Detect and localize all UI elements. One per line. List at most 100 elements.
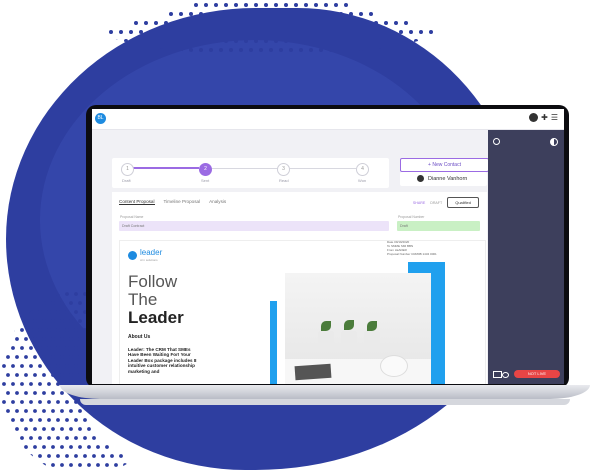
- decor-dot: [60, 391, 64, 395]
- qualified-button[interactable]: Qualified: [447, 197, 479, 208]
- step-line-1: [132, 167, 199, 169]
- decor-dot: [24, 409, 28, 413]
- decor-dot: [47, 364, 51, 368]
- decor-dot: [83, 454, 87, 458]
- decor-dot: [60, 301, 64, 305]
- decor-dot: [134, 21, 138, 25]
- decor-dot: [224, 39, 228, 43]
- coffee-cup: [380, 355, 408, 377]
- decor-dot: [199, 30, 203, 34]
- decor-dot: [279, 48, 283, 52]
- app-screen: BL ✚ ☰ 1 2 3 4 Draft Sent Read Won + New…: [92, 109, 564, 384]
- decor-dot: [2, 382, 6, 386]
- decor-dot: [309, 12, 313, 16]
- step-4[interactable]: 4: [356, 163, 369, 176]
- decor-dot: [56, 310, 60, 314]
- decor-dot: [209, 12, 213, 16]
- contact-selector[interactable]: Dianne Vanhorn: [400, 172, 487, 186]
- app-logo[interactable]: BL: [95, 113, 106, 124]
- document-meta: Date 09/19/2020 To SMME SMI BBN From LEA…: [387, 241, 437, 256]
- decor-dot: [83, 436, 87, 440]
- decor-dot: [15, 427, 19, 431]
- decor-dot: [96, 463, 100, 467]
- decor-dot: [110, 454, 114, 458]
- decor-dot: [199, 48, 203, 52]
- decor-dot: [38, 310, 42, 314]
- decor-dot: [279, 12, 283, 16]
- decor-dot: [78, 319, 82, 323]
- decor-dot: [349, 12, 353, 16]
- decor-dot: [239, 12, 243, 16]
- decor-dot: [105, 445, 109, 449]
- decor-dot: [264, 39, 268, 43]
- decor-dot: [294, 39, 298, 43]
- decor-dot: [47, 346, 51, 350]
- decor-dot: [24, 373, 28, 377]
- plant-leaves: [367, 321, 377, 331]
- proposal-name-field[interactable]: Draft Contract: [119, 221, 389, 231]
- decor-dot: [56, 436, 60, 440]
- decor-dot: [51, 319, 55, 323]
- tab-analysis[interactable]: Analysis: [209, 199, 226, 205]
- decor-dot: [74, 418, 78, 422]
- decor-dot: [38, 328, 42, 332]
- decor-dot: [24, 445, 28, 449]
- eye-icon[interactable]: [502, 372, 509, 378]
- decor-dot: [15, 337, 19, 341]
- contrast-icon[interactable]: [550, 138, 558, 146]
- decor-dot: [15, 409, 19, 413]
- decor-dot: [6, 391, 10, 395]
- decor-dot: [244, 21, 248, 25]
- decor-dot: [96, 445, 100, 449]
- decor-dot: [150, 463, 154, 467]
- decor-dot: [169, 30, 173, 34]
- decor-dot: [394, 21, 398, 25]
- decor-dot: [284, 3, 288, 7]
- decor-dot: [209, 48, 213, 52]
- menu-icon[interactable]: ☰: [551, 113, 558, 122]
- decor-dot: [29, 328, 33, 332]
- pin-icon[interactable]: ✚: [541, 113, 548, 122]
- decor-dot: [92, 454, 96, 458]
- decor-dot: [184, 39, 188, 43]
- meta-line: Proposal Number CRM0B 1434 0001: [387, 252, 437, 256]
- decor-dot: [159, 463, 163, 467]
- share-button[interactable]: SHARE: [413, 201, 425, 205]
- decor-dot: [92, 436, 96, 440]
- step-1-label: Draft: [122, 178, 131, 183]
- decor-dot: [33, 391, 37, 395]
- user-icon: [417, 175, 424, 182]
- decor-dot: [334, 21, 338, 25]
- decor-dot: [214, 21, 218, 25]
- decor-dot: [249, 12, 253, 16]
- draft-button[interactable]: DRAFT: [430, 201, 442, 205]
- user-icon[interactable]: [529, 113, 539, 122]
- decor-dot: [56, 454, 60, 458]
- monitor-icon[interactable]: [493, 371, 502, 378]
- decor-dot: [199, 12, 203, 16]
- decor-dot: [154, 39, 158, 43]
- step-2[interactable]: 2: [199, 163, 212, 176]
- step-1[interactable]: 1: [121, 163, 134, 176]
- tab-content-proposal[interactable]: Content Proposal: [119, 199, 155, 205]
- decor-dot: [339, 12, 343, 16]
- gear-icon[interactable]: [493, 138, 500, 145]
- decor-dot: [344, 21, 348, 25]
- step-3[interactable]: 3: [277, 163, 290, 176]
- decor-dot: [214, 3, 218, 7]
- decor-dot: [239, 48, 243, 52]
- proposal-number-field[interactable]: Draft: [397, 221, 480, 231]
- decor-dot: [15, 373, 19, 377]
- decor-dot: [78, 373, 82, 377]
- live-status-button[interactable]: NOT LIVE: [514, 370, 560, 378]
- tab-timeline-proposal[interactable]: Timeline Proposal: [164, 199, 201, 205]
- new-contact-button[interactable]: + New Contact: [400, 158, 489, 172]
- decor-dot: [284, 21, 288, 25]
- decor-dot: [189, 30, 193, 34]
- decor-dot: [339, 48, 343, 52]
- decor-dot: [319, 30, 323, 34]
- decor-dot: [249, 48, 253, 52]
- decor-dot: [65, 328, 69, 332]
- decor-dot: [20, 364, 24, 368]
- decor-dot: [229, 12, 233, 16]
